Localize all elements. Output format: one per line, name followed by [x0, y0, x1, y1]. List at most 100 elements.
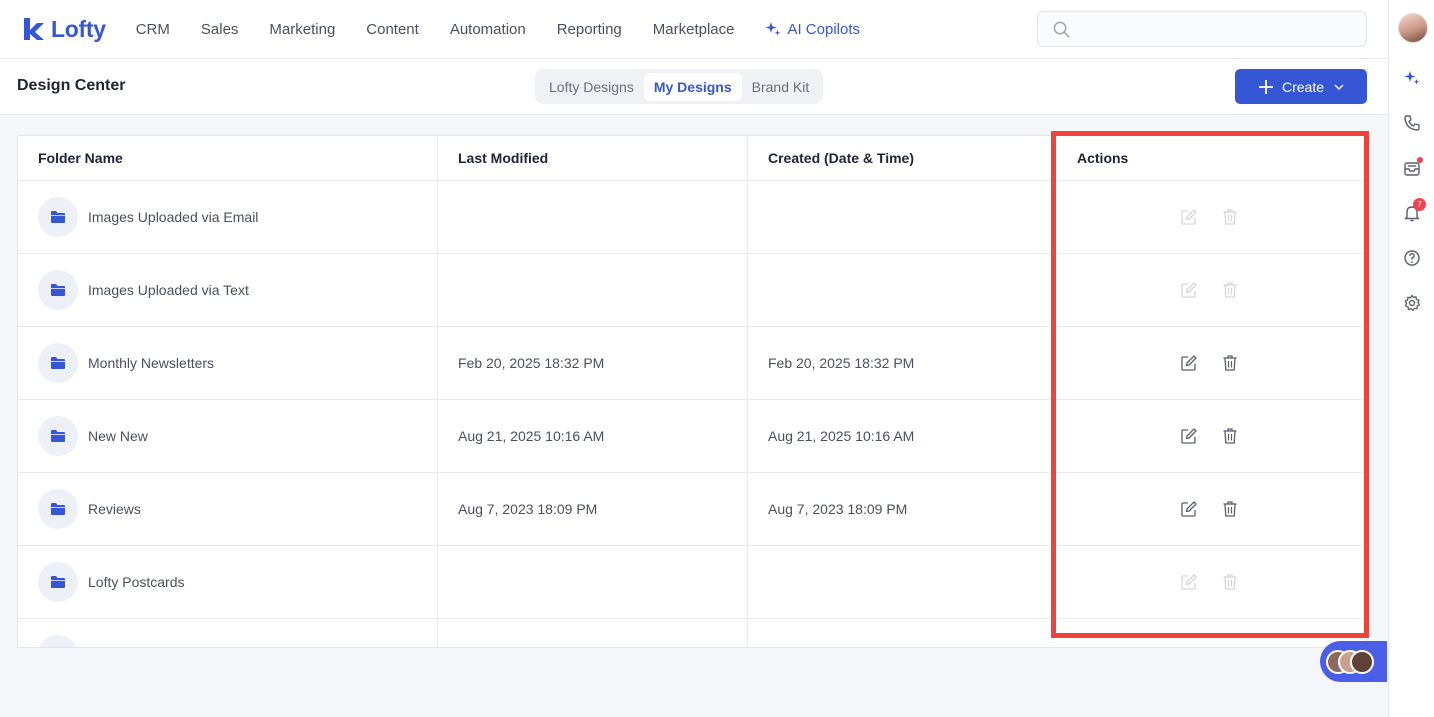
- last-modified-cell: [437, 546, 747, 618]
- trash-icon: [1221, 281, 1239, 299]
- edit-icon[interactable]: [1180, 500, 1198, 518]
- agent-avatar: [1350, 649, 1374, 674]
- folder-name[interactable]: Images Uploaded via Text: [88, 282, 249, 298]
- folder-name-cell[interactable]: Lofty Postcards: [18, 546, 437, 618]
- column-header-folder-name[interactable]: Folder Name: [18, 136, 437, 180]
- trash-icon: [1221, 573, 1239, 591]
- folder-icon: [38, 343, 78, 383]
- plus-icon: [1258, 79, 1273, 94]
- folder-name-cell[interactable]: Monthly Newsletters: [18, 327, 437, 399]
- lofty-logo-icon: [24, 18, 44, 40]
- last-modified-cell: Aug 7, 2023 18:09 PM: [437, 473, 747, 545]
- table-row[interactable]: Images Uploaded via Email: [18, 181, 1367, 254]
- column-header-created[interactable]: Created (Date & Time): [747, 136, 1057, 180]
- lofty-logo[interactable]: Lofty: [21, 16, 106, 43]
- last-modified-cell: [437, 254, 747, 326]
- created-cell: Aug 7, 2023 18:09 PM: [747, 473, 1057, 545]
- folder-name-cell[interactable]: Images Uploaded via Email: [18, 181, 437, 253]
- actions-cell: [1057, 400, 1367, 472]
- nav-item-marketing[interactable]: Marketing: [269, 21, 335, 38]
- nav-item-crm[interactable]: CRM: [136, 21, 170, 38]
- edit-icon: [1180, 573, 1198, 591]
- created-cell: [747, 546, 1057, 618]
- folder-name-cell[interactable]: New New: [18, 400, 437, 472]
- table-row[interactable]: Reviews Aug 7, 2023 18:09 PM Aug 7, 2023 1…: [18, 473, 1367, 546]
- column-header-actions: Actions: [1077, 150, 1129, 166]
- folder-icon: [38, 416, 78, 456]
- edit-icon: [1180, 281, 1198, 299]
- help-icon[interactable]: [1403, 249, 1421, 267]
- column-header-last-modified[interactable]: Last Modified: [437, 136, 747, 180]
- folders-table: Folder Name Last Modified Created (Date …: [17, 135, 1368, 648]
- actions-cell: [1057, 473, 1367, 545]
- created-cell: Aug 21, 2025 10:16 AM: [747, 400, 1057, 472]
- folder-icon: [38, 489, 78, 529]
- created-cell: [747, 254, 1057, 326]
- folder-name[interactable]: Lofty Postcards: [88, 574, 185, 590]
- folder-name[interactable]: Reviews: [88, 501, 141, 517]
- nav-item-automation[interactable]: Automation: [450, 21, 526, 38]
- table-row[interactable]: Monthly Newsletters Feb 20, 2025 18:32 PM…: [18, 327, 1367, 400]
- folder-name-cell[interactable]: Reviews: [18, 473, 437, 545]
- nav-item-sales[interactable]: Sales: [201, 21, 239, 38]
- folder-name[interactable]: Monthly Newsletters: [88, 355, 214, 371]
- created-cell: [747, 619, 1057, 647]
- page-header: Design Center Lofty Designs My Designs B…: [0, 59, 1388, 115]
- tab-my-designs[interactable]: My Designs: [643, 72, 742, 101]
- folder-icon: [38, 562, 78, 602]
- edit-icon[interactable]: [1180, 354, 1198, 372]
- tab-lofty-designs[interactable]: Lofty Designs: [539, 73, 644, 101]
- sparkle-icon[interactable]: [1403, 69, 1421, 87]
- gear-icon[interactable]: [1403, 294, 1421, 312]
- actions-cell: [1057, 327, 1367, 399]
- last-modified-cell: [437, 181, 747, 253]
- folder-icon: [38, 635, 78, 647]
- search-icon: [1053, 21, 1070, 37]
- sparkle-icon: [765, 22, 781, 36]
- edit-icon: [1180, 208, 1198, 226]
- table-row[interactable]: New New Aug 21, 2025 10:16 AM Aug 21, 2025…: [18, 400, 1367, 473]
- folder-name-cell[interactable]: Images Uploaded via Text: [18, 254, 437, 326]
- chevron-down-icon: [1334, 84, 1344, 90]
- user-avatar[interactable]: [1398, 13, 1428, 43]
- nav-item-ai-copilots[interactable]: AI Copilots: [765, 21, 860, 38]
- folder-icon: [38, 270, 78, 310]
- create-button[interactable]: Create: [1235, 69, 1367, 104]
- table-row[interactable]: Images Uploaded via Text: [18, 254, 1367, 327]
- table-row-partial: [18, 619, 1367, 647]
- created-cell: Feb 20, 2025 18:32 PM: [747, 327, 1057, 399]
- nav-item-reporting[interactable]: Reporting: [557, 21, 622, 38]
- app-name: Lofty: [51, 15, 106, 42]
- last-modified-cell: [437, 619, 747, 647]
- edit-icon[interactable]: [1180, 427, 1198, 445]
- chat-support-bubble[interactable]: [1320, 641, 1387, 682]
- actions-cell: [1057, 181, 1367, 253]
- search-box[interactable]: [1037, 11, 1367, 47]
- table-row[interactable]: Lofty Postcards: [18, 546, 1367, 619]
- folder-name[interactable]: New New: [88, 428, 148, 444]
- trash-icon[interactable]: [1221, 500, 1239, 518]
- inbox-icon[interactable]: [1403, 157, 1423, 177]
- create-button-label: Create: [1281, 78, 1325, 95]
- page-title: Design Center: [17, 77, 126, 94]
- ai-copilots-label: AI Copilots: [787, 20, 861, 38]
- right-sidebar: 7: [1388, 0, 1434, 717]
- inbox-unread-dot: [1417, 157, 1423, 163]
- tab-brand-kit[interactable]: Brand Kit: [742, 73, 820, 101]
- notification-badge: 7: [1413, 198, 1426, 211]
- trash-icon[interactable]: [1221, 427, 1239, 445]
- trash-icon[interactable]: [1221, 354, 1239, 372]
- actions-cell: [1057, 546, 1367, 618]
- actions-cell: [1057, 254, 1367, 326]
- top-navigation: Lofty CRM Sales Marketing Content Automa…: [0, 0, 1388, 59]
- search-input[interactable]: [1078, 21, 1358, 37]
- phone-icon[interactable]: [1403, 114, 1421, 132]
- design-tabs: Lofty Designs My Designs Brand Kit: [535, 69, 824, 104]
- last-modified-cell: Aug 21, 2025 10:16 AM: [437, 400, 747, 472]
- nav-item-marketplace[interactable]: Marketplace: [653, 21, 735, 38]
- bell-icon[interactable]: 7: [1403, 198, 1426, 222]
- nav-item-content[interactable]: Content: [366, 21, 419, 38]
- folder-name[interactable]: Images Uploaded via Email: [88, 209, 258, 225]
- created-cell: [747, 181, 1057, 253]
- table-header-row: Folder Name Last Modified Created (Date …: [18, 136, 1367, 181]
